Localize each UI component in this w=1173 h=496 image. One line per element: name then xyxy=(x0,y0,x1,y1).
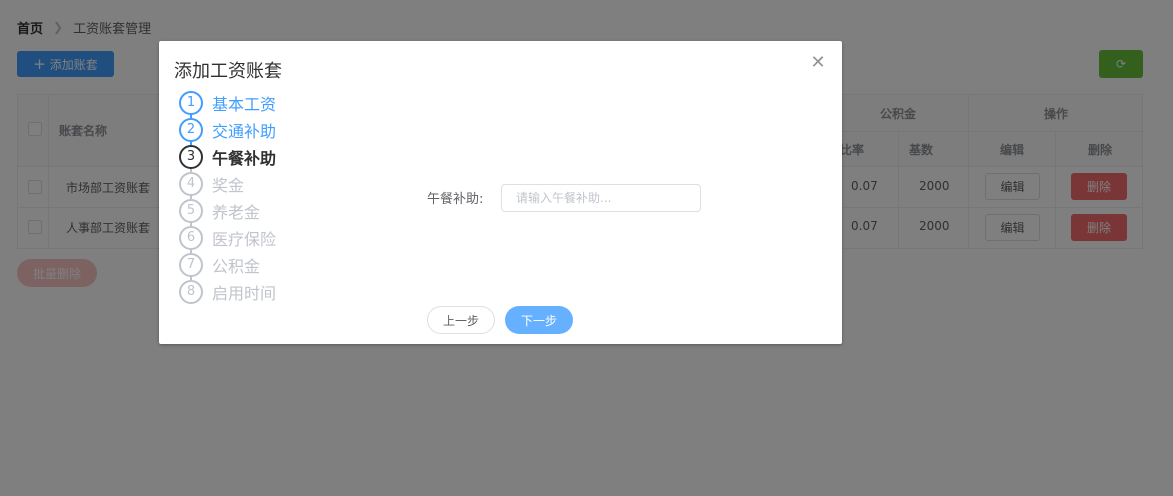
step-number: 3 xyxy=(179,144,203,169)
step-item: 2 交通补助 xyxy=(179,116,276,143)
step-item: 8 启用时间 xyxy=(179,278,276,305)
step-item: 6 医疗保险 xyxy=(179,224,276,251)
add-salary-account-dialog: 添加工资账套 ✕ 1 基本工资 2 交通补助 3 午餐补助 4 奖金 5 养老金 xyxy=(159,41,842,344)
step-label: 医疗保险 xyxy=(212,229,277,249)
step-item: 5 养老金 xyxy=(179,197,260,224)
step-number: 7 xyxy=(179,252,203,277)
step-number: 6 xyxy=(179,225,203,250)
step-item: 7 公积金 xyxy=(179,251,260,278)
step-number: 2 xyxy=(179,117,203,142)
lunch-allowance-label: 午餐补助: xyxy=(427,192,484,207)
step-label: 公积金 xyxy=(212,256,261,276)
step-number: 8 xyxy=(179,279,203,304)
step-label: 养老金 xyxy=(212,202,261,222)
step-label: 午餐补助 xyxy=(212,148,277,168)
step-number: 1 xyxy=(179,90,203,115)
step-label: 奖金 xyxy=(212,175,245,195)
step-item: 1 基本工资 xyxy=(179,89,276,116)
step-number: 5 xyxy=(179,198,203,223)
lunch-allowance-input[interactable] xyxy=(501,184,701,212)
dialog-title: 添加工资账套 xyxy=(174,61,282,82)
prev-step-button[interactable]: 上一步 xyxy=(427,306,495,334)
step-item: 4 奖金 xyxy=(179,170,244,197)
step-label: 启用时间 xyxy=(212,283,277,303)
step-label: 交通补助 xyxy=(212,121,277,141)
next-step-button[interactable]: 下一步 xyxy=(505,306,573,334)
step-label: 基本工资 xyxy=(212,94,277,114)
close-icon[interactable]: ✕ xyxy=(810,54,826,72)
step-item: 3 午餐补助 xyxy=(179,143,276,170)
step-number: 4 xyxy=(179,171,203,196)
